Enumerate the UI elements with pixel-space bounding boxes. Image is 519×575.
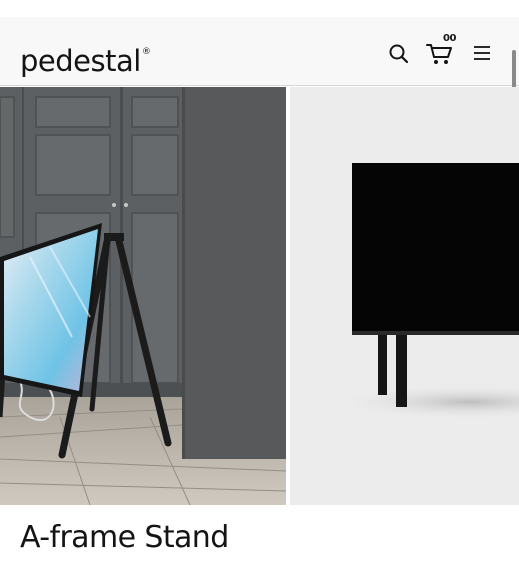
logo-text: pedestal: [20, 44, 141, 78]
lifestyle-scene: [0, 87, 286, 505]
studio-photo[interactable]: [290, 87, 519, 505]
top-strip: [0, 0, 519, 17]
brand-logo[interactable]: pedestal®: [20, 34, 151, 79]
studio-scene: [290, 87, 519, 505]
scrollbar-thumb[interactable]: [512, 50, 516, 90]
cart-icon[interactable]: [425, 41, 453, 67]
search-icon[interactable]: [388, 43, 410, 65]
menu-icon[interactable]: [472, 44, 492, 62]
registered-mark: ®: [141, 47, 151, 57]
cart-count-badge: 00: [443, 33, 456, 44]
site-header: pedestal® 00: [0, 17, 519, 86]
product-gallery: [0, 87, 519, 505]
product-title: A-frame Stand: [20, 520, 229, 555]
lifestyle-photo[interactable]: [0, 87, 286, 505]
